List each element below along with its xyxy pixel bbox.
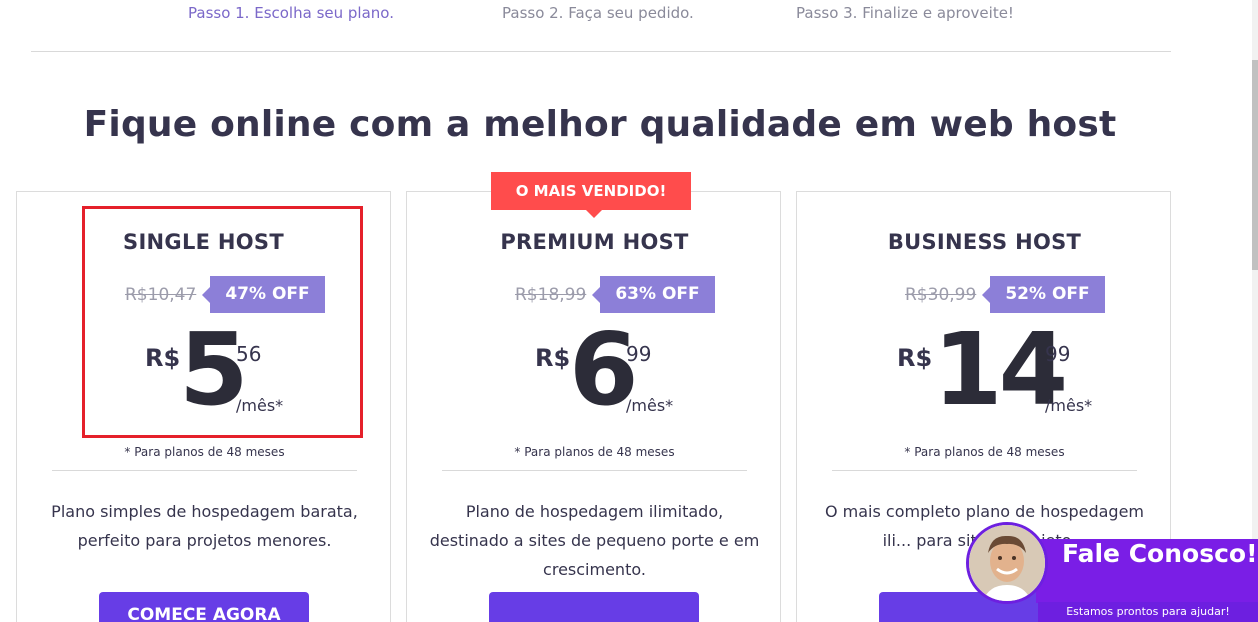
best-seller-badge: O MAIS VENDIDO!	[491, 172, 691, 218]
page-headline: Fique online com a melhor qualidade em w…	[0, 104, 1200, 145]
price-integer: 6	[569, 311, 639, 428]
plan-card-premium-host: PREMIUM HOST R$18,99 63% OFF R$ 6 99 /mê…	[406, 191, 781, 622]
card-divider	[832, 470, 1137, 471]
headline-prefix: Fique online com a	[83, 104, 484, 145]
currency-symbol: R$	[535, 344, 571, 372]
old-price: R$30,99	[905, 285, 977, 305]
start-now-button[interactable]: COMECE AGORA	[99, 592, 309, 622]
chat-widget[interactable]: Fale Conosco! Estamos prontos para ajuda…	[966, 522, 1258, 622]
step-3-label: Passo 3. Finalize e aproveite!	[796, 4, 1014, 22]
step-2-label: Passo 2. Faça seu pedido.	[502, 4, 694, 22]
card-divider	[52, 470, 357, 471]
chat-subtitle: Estamos prontos para ajudar!	[1038, 602, 1258, 622]
plan-name: PREMIUM HOST	[500, 230, 689, 254]
price-cents: 99	[626, 342, 652, 366]
price-period: /mês*	[626, 396, 674, 415]
agent-avatar-icon	[966, 522, 1048, 604]
old-price: R$18,99	[515, 285, 587, 305]
fine-print: * Para planos de 48 meses	[124, 445, 285, 459]
selection-highlight	[82, 206, 363, 438]
scrollbar-thumb[interactable]	[1252, 60, 1258, 270]
plan-description: Plano simples de hospedagem barata, perf…	[51, 502, 358, 550]
chat-title[interactable]: Fale Conosco!	[1062, 539, 1257, 568]
step-1-label[interactable]: Passo 1. Escolha seu plano.	[188, 4, 394, 22]
headline-emphasis: melhor qualidade	[483, 104, 843, 145]
plan-name: BUSINESS HOST	[887, 230, 1082, 254]
cta-button[interactable]	[489, 592, 699, 622]
checkout-steps: Passo 1. Escolha seu plano. Passo 2. Faç…	[0, 0, 1258, 30]
headline-suffix: em web host	[842, 104, 1117, 145]
fine-print: * Para planos de 48 meses	[904, 445, 1065, 459]
currency-symbol: R$	[897, 344, 933, 372]
discount-badge: 52% OFF	[982, 276, 1105, 313]
fine-print: * Para planos de 48 meses	[514, 445, 675, 459]
price-period: /mês*	[1045, 396, 1093, 415]
discount-badge: 63% OFF	[592, 276, 715, 313]
price-cents: 99	[1045, 342, 1071, 366]
plan-description: Plano de hospedagem ilimitado, destinado…	[429, 502, 760, 579]
steps-divider	[31, 51, 1171, 52]
card-divider	[442, 470, 747, 471]
